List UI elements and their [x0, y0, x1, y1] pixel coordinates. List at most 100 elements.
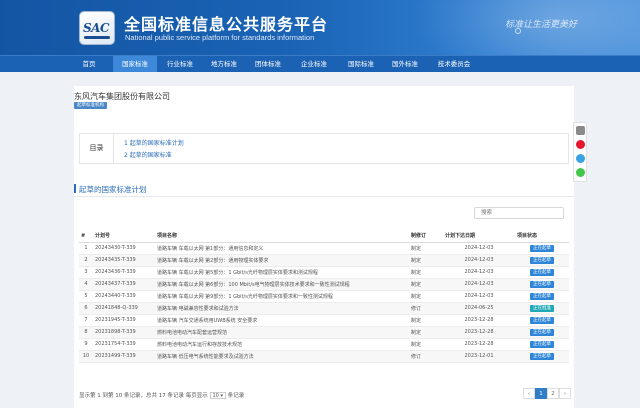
project-name: 道路车辆 车载以太网 第1部分：通用信息和定义	[155, 242, 409, 255]
nav-item-group[interactable]: 团体标准	[248, 56, 288, 72]
page-size-value: 10	[212, 393, 219, 399]
status-cell: 正在起草	[515, 254, 569, 267]
table-header-row: # 计划号 项目名称 制修订 计划下达日期 项目状态	[79, 230, 569, 243]
col-header-plan-no[interactable]: 计划号	[93, 230, 155, 243]
row-index: 3	[79, 266, 93, 279]
nav-item-international[interactable]: 国际标准	[341, 56, 381, 72]
logo-text: SAC	[83, 21, 110, 35]
status-badge: 正在起草	[530, 268, 554, 276]
plan-number-link[interactable]: 20243437-T-339	[93, 278, 155, 291]
toc-link-standards[interactable]: 2 起草的国家标准	[124, 150, 172, 159]
plan-number-link[interactable]: 20243435-T-339	[93, 254, 155, 267]
row-index: 9	[79, 338, 93, 351]
nav-item-enterprise[interactable]: 企业标准	[294, 56, 334, 72]
status-cell: 正在起草	[515, 242, 569, 255]
section-divider	[74, 196, 574, 197]
prev-page-button[interactable]: ‹	[523, 388, 535, 399]
company-name: 东风汽车集团股份有限公司	[74, 92, 170, 101]
status-cell: 正在起草	[515, 290, 569, 303]
col-header-date[interactable]: 计划下达日期	[443, 230, 515, 243]
plan-number-link[interactable]: 20231499-T-339	[93, 350, 155, 363]
project-name: 道路车辆 低压电气系统性能要求及试验方法	[155, 350, 409, 363]
plan-number-link[interactable]: 20231754-T-339	[93, 338, 155, 351]
issue-date: 2023-12-28	[443, 326, 515, 339]
nav-item-industry[interactable]: 行业标准	[160, 56, 200, 72]
share-icon[interactable]	[576, 126, 585, 135]
row-index: 4	[79, 278, 93, 291]
plan-number-link[interactable]: 20243436-T-339	[93, 266, 155, 279]
row-index: 6	[79, 302, 93, 315]
weibo-icon[interactable]	[576, 140, 585, 149]
main-nav: 首页 国家标准 行业标准 地方标准 团体标准 企业标准 国际标准 国外标准 技术…	[0, 55, 640, 72]
revision-type: 制定	[409, 278, 443, 291]
status-badge: 正在起草	[530, 256, 554, 264]
table-row: 9 20231754-T-339 燃料电池电动汽车运行和存放技术规范 制定 20…	[79, 338, 569, 351]
issue-date: 2024-12-03	[443, 266, 515, 279]
status-cell: 正在起草	[515, 350, 569, 363]
table-of-contents: 目录 1 起草的国家标准计划 2 起草的国家标准	[79, 133, 569, 164]
table-row: 4 20243437-T-339 道路车辆 车载以太网 第6部分：100 Mbi…	[79, 278, 569, 291]
row-index: 7	[79, 314, 93, 327]
plan-number-link[interactable]: 20231945-T-339	[93, 314, 155, 327]
plan-number-link[interactable]: 20243430-T-339	[93, 242, 155, 255]
pagination-summary-after: 条记录	[227, 393, 245, 399]
site-title: 全国标准信息公共服务平台	[124, 15, 329, 34]
issue-date: 2024-12-03	[443, 278, 515, 291]
revision-type: 制定	[409, 242, 443, 255]
section-title: 起草的国家标准计划	[79, 185, 147, 194]
search-input[interactable]	[474, 207, 564, 219]
col-header-index[interactable]: #	[79, 230, 93, 243]
plan-number-link[interactable]: 20241848-Q-339	[93, 302, 155, 315]
revision-type: 制定	[409, 266, 443, 279]
revision-type: 修订	[409, 350, 443, 363]
issue-date: 2024-12-03	[443, 254, 515, 267]
issue-date: 2024-12-03	[443, 290, 515, 303]
status-cell: 正在起草	[515, 314, 569, 327]
revision-type: 制定	[409, 338, 443, 351]
issue-date: 2024-06-25	[443, 302, 515, 315]
nav-item-foreign[interactable]: 国外标准	[385, 56, 425, 72]
project-name: 道路车辆 车载以太网 第9部分：1 Gbit/s光纤物理层实体要求和一致性测试规…	[155, 290, 409, 303]
col-header-project-name[interactable]: 项目名称	[155, 230, 409, 243]
toc-label: 目录	[80, 134, 114, 163]
table-row: 7 20231945-T-339 道路车辆 汽车交通系统用UWB系统 安全要求 …	[79, 314, 569, 327]
col-header-status[interactable]: 项目状态	[515, 230, 569, 243]
pagination-summary: 显示第 1 到第 10 条记录，总共 17 条记录 每页显示 10 ▾ 条记录	[79, 391, 244, 399]
toc-link-plans[interactable]: 1 起草的国家标准计划	[124, 138, 184, 147]
status-badge: 正在起草	[530, 328, 554, 336]
row-index: 1	[79, 242, 93, 255]
plan-number-link[interactable]: 20231898-T-339	[93, 326, 155, 339]
status-cell: 正在起草	[515, 266, 569, 279]
status-badge: 正在起草	[530, 352, 554, 360]
status-cell: 正在批准	[515, 302, 569, 315]
table-row: 6 20241848-Q-339 道路车辆 电磁兼容性要求和试验方法 修订 20…	[79, 302, 569, 315]
row-index: 10	[79, 350, 93, 363]
qq-icon[interactable]	[576, 154, 585, 163]
nav-item-committee[interactable]: 技术委员会	[430, 56, 478, 72]
nav-item-home[interactable]: 首页	[74, 56, 104, 72]
logo-swoosh	[84, 36, 110, 39]
nav-item-local[interactable]: 地方标准	[204, 56, 244, 72]
section-accent-bar	[74, 184, 76, 193]
plan-number-link[interactable]: 20243440-T-339	[93, 290, 155, 303]
status-badge: 正在起草	[530, 340, 554, 348]
next-page-button[interactable]: ›	[559, 388, 571, 399]
col-header-type[interactable]: 制修订	[409, 230, 443, 243]
page-2-button[interactable]: 2	[547, 388, 559, 399]
table-row: 2 20243435-T-339 道路车辆 车载以太网 第2部分：通用物理实体要…	[79, 254, 569, 267]
issue-date: 2024-12-03	[443, 242, 515, 255]
page-1-button[interactable]: 1	[535, 388, 547, 399]
slogan-ornament-icon	[515, 28, 521, 34]
status-badge: 正在起草	[530, 316, 554, 324]
revision-type: 制定	[409, 314, 443, 327]
table-row: 3 20243436-T-339 道路车辆 车载以太网 第5部分：1 Gbit/…	[79, 266, 569, 279]
sac-logo[interactable]: SAC	[79, 11, 115, 45]
revision-type: 制定	[409, 290, 443, 303]
page-size-select[interactable]: 10 ▾	[209, 392, 226, 399]
nav-item-national[interactable]: 国家标准	[113, 56, 157, 72]
wechat-icon[interactable]	[576, 168, 585, 177]
issue-date: 2023-12-01	[443, 350, 515, 363]
share-bar	[573, 122, 587, 182]
row-index: 5	[79, 290, 93, 303]
status-badge: 正在起草	[530, 292, 554, 300]
